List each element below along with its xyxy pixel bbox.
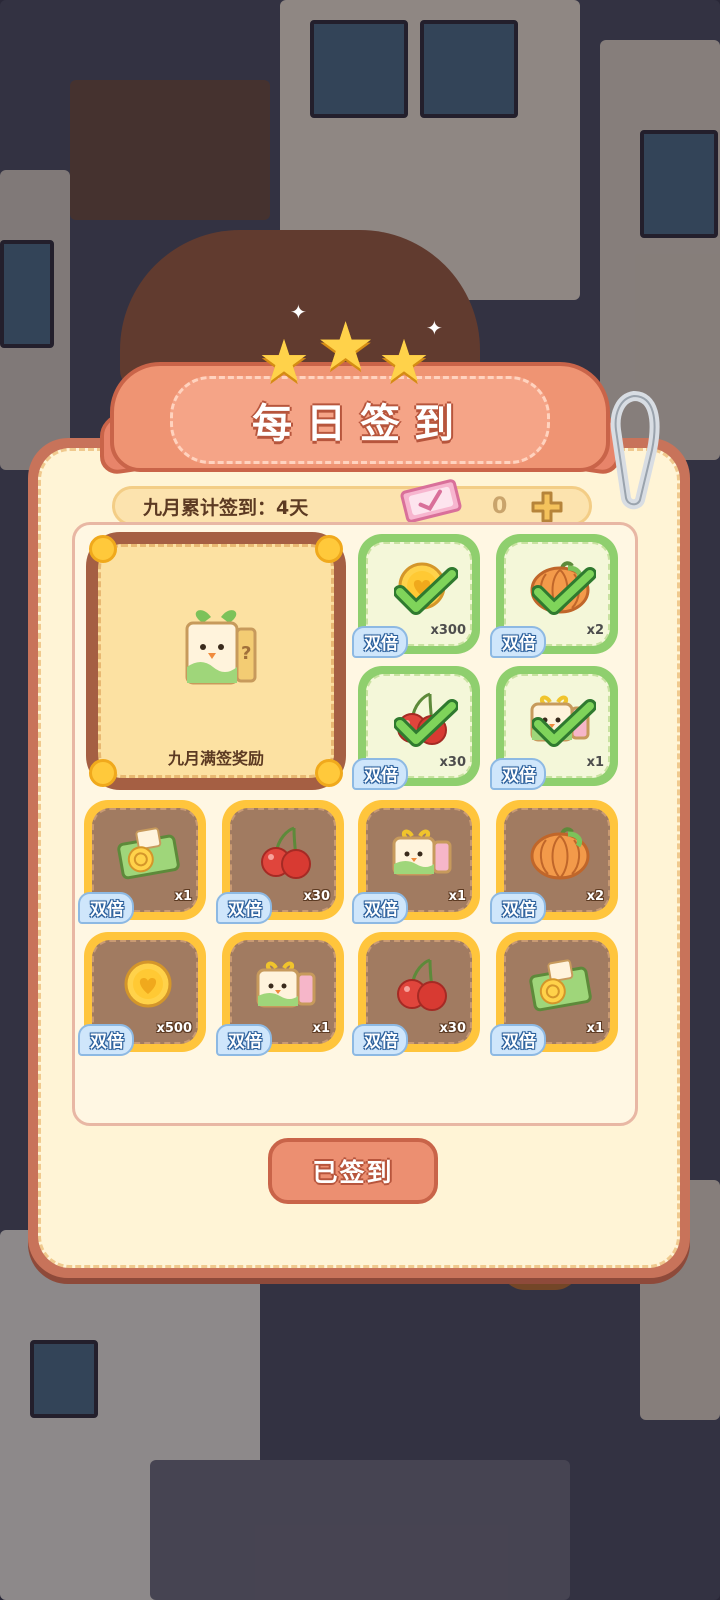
check-mark-icon [394, 567, 458, 615]
reward-quantity: x1 [586, 755, 604, 770]
sparkle-icon: ✦ [290, 300, 307, 324]
check-mark-icon [532, 699, 596, 747]
double-reward-badge: 双倍 [490, 1024, 546, 1056]
reward-quantity: x1 [174, 889, 192, 904]
reward-quantity: x300 [430, 623, 466, 638]
radish-bread-icon [392, 829, 452, 876]
day-reward-tile[interactable]: x1 双倍 [352, 800, 480, 924]
day-reward-tile[interactable]: x2 双倍 [490, 800, 618, 924]
double-reward-badge: 双倍 [216, 1024, 272, 1056]
double-reward-badge: 双倍 [216, 892, 272, 924]
pumpkin-icon [530, 827, 590, 880]
corner-bolt [315, 535, 343, 563]
reward-quantity: x2 [586, 889, 604, 904]
monthly-checkin-count: 九月累计签到：4天 [143, 496, 309, 519]
mystery-gift-box-icon: ? [185, 610, 257, 685]
title-plate: 每日签到 [170, 376, 550, 464]
gold-coin-icon [124, 960, 172, 1008]
double-reward-badge: 双倍 [352, 626, 408, 658]
check-mark-icon [532, 567, 596, 615]
double-reward-badge: 双倍 [352, 758, 408, 790]
reward-quantity: x1 [312, 1021, 330, 1036]
fruit-ticket-icon [529, 959, 592, 1012]
cherry-icon [261, 826, 311, 879]
double-reward-badge: 双倍 [352, 892, 408, 924]
corner-bolt [89, 535, 117, 563]
reward-quantity: x30 [303, 889, 330, 904]
day-reward-tile[interactable]: x1 双倍 [490, 932, 618, 1056]
day-reward-tile[interactable]: x30 双倍 [216, 800, 344, 924]
double-reward-badge: 双倍 [352, 1024, 408, 1056]
day-reward-tile[interactable]: x30 双倍 [352, 666, 480, 790]
check-mark-icon [394, 699, 458, 747]
signed-in-button[interactable]: 已签到 [268, 1138, 438, 1204]
radish-bread-icon [256, 961, 316, 1008]
day-reward-tile[interactable]: x30 双倍 [352, 932, 480, 1056]
double-reward-badge: 双倍 [490, 758, 546, 790]
sparkle-icon: ✦ [426, 316, 443, 340]
monthly-checkin-bar: 九月累计签到：4天 [112, 486, 592, 526]
reward-quantity: x1 [586, 1021, 604, 1036]
reward-quantity: x500 [156, 1021, 192, 1036]
monthly-full-reward-tile[interactable]: ? 九月满签奖励 [86, 532, 346, 790]
ticket-count: 0 [492, 494, 508, 519]
day-reward-tile[interactable]: x1 双倍 [216, 932, 344, 1056]
day-reward-tile[interactable]: x2 双倍 [490, 534, 618, 658]
monthly-reward-label: 九月满签奖励 [167, 749, 264, 768]
double-reward-badge: 双倍 [490, 892, 546, 924]
double-reward-badge: 双倍 [78, 892, 134, 924]
reward-quantity: x30 [439, 755, 466, 770]
fruit-ticket-icon [117, 827, 180, 880]
day-reward-tile[interactable]: x1 双倍 [78, 800, 206, 924]
cherry-icon [397, 958, 447, 1011]
day-reward-tile[interactable]: x1 双倍 [490, 666, 618, 790]
double-reward-badge: 双倍 [490, 626, 546, 658]
day-reward-tile[interactable]: x300 双倍 [352, 534, 480, 658]
reward-quantity: x1 [448, 889, 466, 904]
day-reward-tile[interactable]: x500 双倍 [78, 932, 206, 1056]
reward-quantity: x30 [439, 1021, 466, 1036]
page-title: 每日签到 [252, 401, 468, 447]
monthly-reward-panel: ? 九月满签奖励 [89, 535, 343, 787]
ticket-icon [400, 479, 462, 523]
reward-quantity: x2 [586, 623, 604, 638]
add-ticket-button[interactable] [530, 490, 564, 524]
svg-text:?: ? [241, 643, 251, 664]
double-reward-badge: 双倍 [78, 1024, 134, 1056]
three-stars-icon: ★ ★ ★ [258, 308, 430, 395]
safety-pin-icon [610, 391, 660, 510]
